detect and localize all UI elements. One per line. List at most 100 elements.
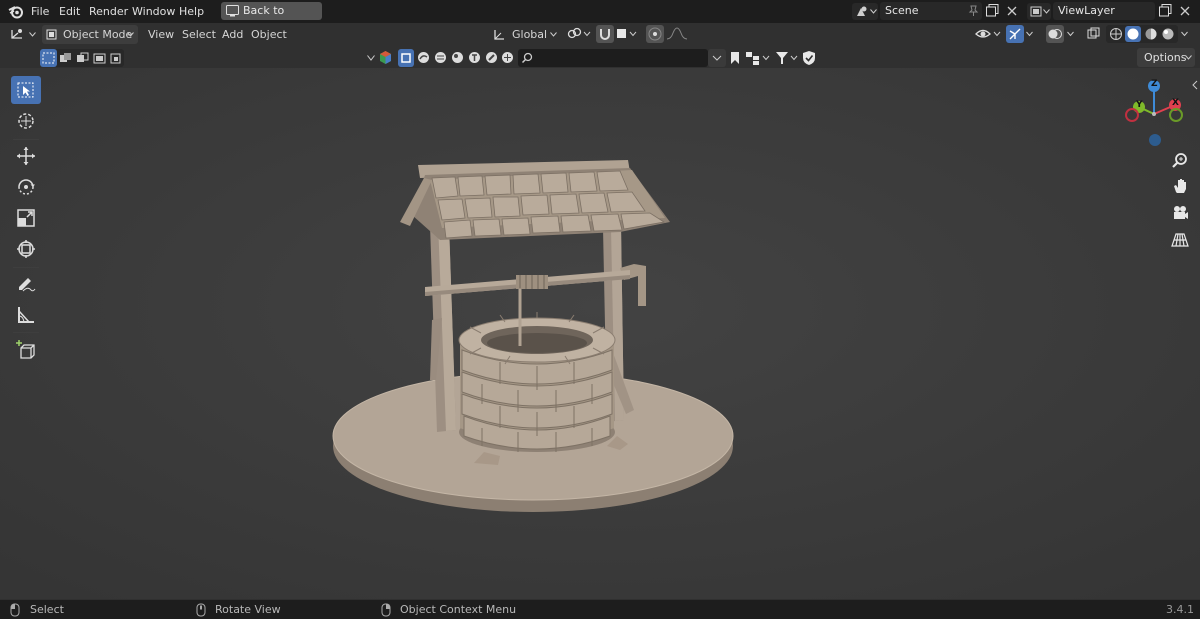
gizmo-icon	[1009, 28, 1021, 40]
chevron-down-icon[interactable]	[367, 55, 375, 61]
shading-dropdown[interactable]	[1180, 27, 1194, 43]
menu-object[interactable]: Object	[251, 25, 287, 44]
chevron-down-icon	[1043, 9, 1050, 14]
select-box-tool[interactable]	[11, 76, 41, 104]
collection-color-icon[interactable]	[378, 50, 393, 65]
rotate-tool[interactable]	[11, 173, 41, 201]
pan-button[interactable]	[1168, 174, 1192, 198]
menu-render[interactable]: Render	[89, 0, 128, 23]
snap-target-icon	[617, 29, 637, 38]
select-intersect-mode-button[interactable]	[108, 49, 124, 67]
back-to-previous-button[interactable]: Back to Previous	[221, 2, 322, 35]
snap-target-dropdown[interactable]	[616, 27, 640, 43]
chevron-down-icon	[550, 32, 557, 37]
zoom-button[interactable]	[1168, 148, 1192, 172]
search-field[interactable]	[518, 49, 708, 67]
3d-view-icon	[11, 29, 22, 39]
selection-mode-group	[40, 49, 124, 67]
falloff-dropdown[interactable]	[666, 27, 690, 43]
annotate-tool[interactable]	[11, 270, 41, 298]
xray-toggle[interactable]	[1086, 26, 1102, 42]
material-shading-button[interactable]	[1143, 26, 1159, 42]
armature-icon[interactable]	[484, 50, 499, 65]
filter-mesh-toggle[interactable]	[398, 49, 414, 67]
orientation-label: Global	[512, 28, 548, 41]
transform-orientation-dropdown[interactable]: Global	[490, 25, 562, 44]
toolbar-divider	[13, 332, 39, 333]
select-extend-mode-button[interactable]	[57, 49, 74, 67]
wireframe-shading-button[interactable]	[1108, 26, 1124, 42]
sidebar-toggle[interactable]	[1191, 80, 1199, 90]
pivot-point-dropdown[interactable]	[567, 27, 593, 43]
material-icon	[1145, 28, 1157, 40]
restrict-toggle[interactable]	[801, 49, 817, 67]
add-cube-tool[interactable]	[11, 336, 41, 364]
navigation-gizmo[interactable]: Z Y X	[1120, 78, 1190, 150]
pin-icon[interactable]	[968, 5, 979, 17]
duplicate-icon	[1159, 4, 1172, 17]
filter-icon	[776, 52, 798, 64]
blender-logo-icon[interactable]	[8, 4, 24, 19]
editor-type-button[interactable]	[8, 25, 38, 44]
rendered-shading-button[interactable]	[1160, 26, 1176, 42]
curve-icon[interactable]	[416, 50, 431, 65]
scene-name-field[interactable]: Scene	[880, 2, 982, 20]
transform-tool[interactable]	[11, 235, 41, 263]
menu-add[interactable]: Add	[222, 25, 243, 44]
view-layer-name: ViewLayer	[1058, 4, 1115, 17]
select-invert-mode-button[interactable]	[91, 49, 108, 67]
scene-name: Scene	[885, 4, 919, 17]
options-label: Options	[1144, 51, 1187, 64]
scene-selector-button[interactable]	[852, 3, 878, 20]
snap-toggle[interactable]	[596, 25, 614, 43]
new-scene-button[interactable]	[985, 3, 1002, 19]
close-icon	[1007, 6, 1017, 16]
gizmo-x-label: X	[1172, 98, 1179, 108]
select-subtract-mode-button[interactable]	[74, 49, 91, 67]
overlays-toggle[interactable]	[1046, 25, 1064, 43]
scale-tool[interactable]	[11, 204, 41, 232]
menu-edit[interactable]: Edit	[59, 0, 80, 23]
delete-view-layer-button[interactable]	[1179, 3, 1193, 19]
menu-select[interactable]: Select	[182, 25, 216, 44]
menu-file[interactable]: File	[31, 0, 49, 23]
visibility-dropdown[interactable]	[975, 26, 1003, 42]
menu-window[interactable]: Window	[132, 0, 175, 23]
proportional-editing-toggle[interactable]	[646, 25, 664, 43]
bookmark-button[interactable]	[728, 49, 742, 67]
search-options-dropdown[interactable]	[708, 49, 726, 67]
new-view-layer-button[interactable]	[1158, 3, 1175, 19]
cursor-tool[interactable]	[11, 107, 41, 135]
camera-view-button[interactable]	[1168, 201, 1192, 225]
view-layer-selector-button[interactable]	[1027, 3, 1051, 20]
object-mode-icon	[46, 29, 57, 40]
duplicate-icon	[986, 4, 999, 17]
measure-tool[interactable]	[11, 301, 41, 329]
status-bar: Select Rotate View Object Context Menu 3…	[0, 600, 1200, 619]
viewport-header: Object Mode View Select Add Object Globa…	[0, 23, 1200, 45]
view-layer-name-field[interactable]: ViewLayer	[1053, 2, 1155, 20]
text-object-icon[interactable]	[467, 50, 482, 65]
3d-viewport[interactable]: Z Y X	[0, 68, 1200, 599]
delete-scene-button[interactable]	[1006, 3, 1020, 19]
menu-view[interactable]: View	[148, 25, 174, 44]
move-tool[interactable]	[11, 142, 41, 170]
solid-shading-button[interactable]	[1125, 26, 1141, 42]
object-mode-label: Object Mode	[63, 28, 133, 41]
overlays-dropdown[interactable]	[1066, 27, 1080, 43]
menu-help[interactable]: Help	[179, 0, 204, 23]
options-dropdown[interactable]: Options	[1137, 48, 1195, 67]
view-options-dropdown[interactable]	[744, 49, 772, 67]
filter-dropdown[interactable]	[774, 49, 800, 67]
mouse-right-icon	[381, 603, 391, 617]
select-set-mode-button[interactable]	[40, 49, 57, 67]
surface-icon[interactable]	[433, 50, 448, 65]
meta-icon[interactable]	[450, 50, 465, 65]
gizmo-dropdown[interactable]	[1025, 27, 1039, 43]
gizmo-toggle[interactable]	[1006, 25, 1024, 43]
search-input[interactable]	[536, 50, 704, 64]
object-mode-dropdown[interactable]: Object Mode	[42, 25, 138, 44]
empty-icon[interactable]	[500, 50, 515, 65]
viewport-canvas[interactable]	[0, 68, 1200, 599]
perspective-toggle-button[interactable]	[1168, 228, 1192, 252]
